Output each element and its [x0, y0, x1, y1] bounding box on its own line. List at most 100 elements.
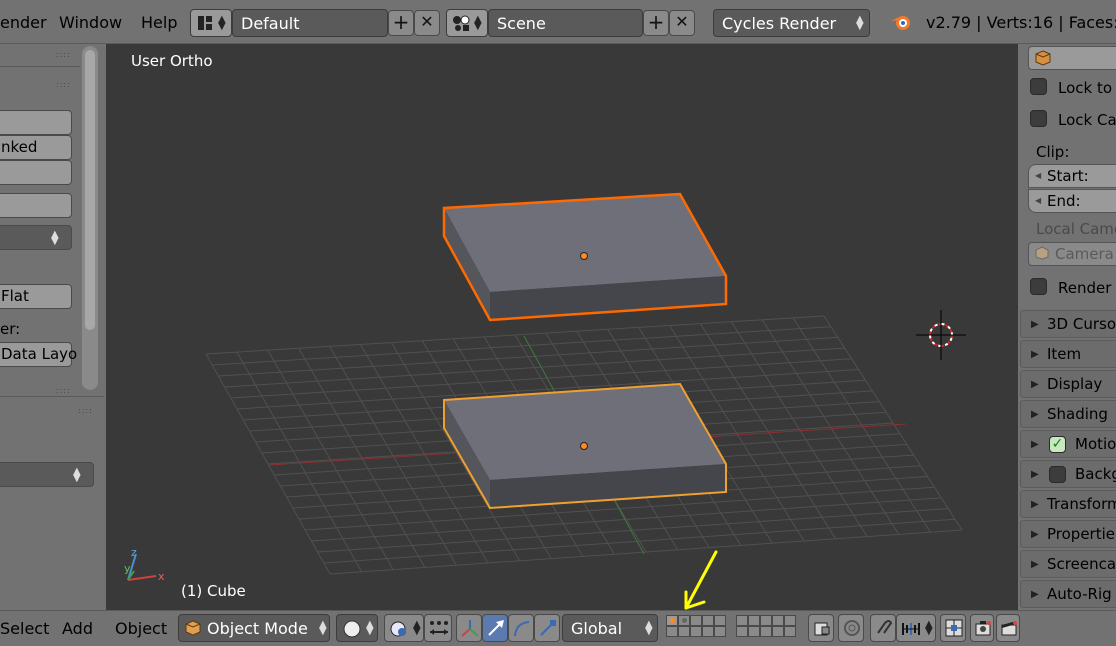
layer-button[interactable] [690, 626, 702, 637]
clip-start-field[interactable]: ◀ Start: [1028, 164, 1116, 188]
active-object-layer-icon [670, 618, 675, 623]
render-engine-dropdown[interactable]: Cycles Render ▲ ▼ [713, 9, 870, 37]
opengl-render-image-button[interactable] [970, 614, 994, 642]
shelf-dropdown[interactable]: ▲ ▼ [0, 225, 72, 250]
shelf-button-linked[interactable]: nked [0, 135, 72, 160]
panel-3d-cursor[interactable]: ▶ 3D Curso [1020, 310, 1116, 338]
grid-line [323, 518, 956, 564]
add-screen-button[interactable]: + [388, 10, 414, 36]
chevron-updown-icon: ▲ ▼ [73, 466, 81, 484]
snap-element-dropdown[interactable]: ▲ ▼ [896, 614, 936, 642]
panel-screencast[interactable]: ▶ Screenca [1020, 550, 1116, 578]
panel-grip-icon[interactable]: :::: [56, 50, 71, 59]
proportional-editing-button[interactable] [838, 614, 864, 642]
shelf-button-flat[interactable]: Flat [0, 284, 72, 309]
motion-tracking-checkbox[interactable]: ✓ [1049, 436, 1066, 453]
scene-selector[interactable]: ▲ ▼ [446, 9, 488, 37]
layer-button[interactable] [784, 626, 796, 637]
solid-shading-icon [343, 620, 361, 642]
layer-button[interactable] [666, 615, 678, 626]
panel-auto-rig[interactable]: ▶ Auto-Rig [1020, 580, 1116, 608]
panel-grip-icon[interactable]: :::: [78, 406, 93, 415]
scene-name[interactable]: Scene [488, 9, 643, 37]
panel-transform-orientations[interactable]: ▶ Transform [1020, 490, 1116, 518]
menu-add[interactable]: Add [62, 619, 93, 638]
snap-target-button[interactable] [940, 614, 966, 642]
shelf-scrollbar-thumb[interactable] [85, 50, 95, 330]
properties-region: Lock to O Lock Car Clip: ◀ Start: ◀ End:… [1018, 44, 1116, 610]
pivot-manipulate-button[interactable] [424, 614, 452, 642]
panel-background-images[interactable]: ▶ Backg [1020, 460, 1116, 488]
layer-buttons-group-1[interactable] [666, 615, 730, 639]
shelf-button[interactable] [0, 193, 72, 218]
layer-button[interactable] [772, 615, 784, 626]
viewport-shading-dropdown[interactable]: ▲ ▼ [336, 614, 378, 642]
panel-grip-icon[interactable]: :::: [56, 80, 71, 89]
snap-toggle-button[interactable] [870, 614, 896, 642]
3d-viewport[interactable]: z x y User Ortho (1) Cube [106, 44, 1018, 610]
transform-orientation-dropdown[interactable]: Global ▲ ▼ [562, 614, 658, 642]
viewport-canvas: z x y [124, 192, 966, 610]
cube-lower[interactable] [443, 382, 727, 510]
opengl-render-animation-button[interactable] [996, 614, 1020, 642]
interaction-mode-dropdown[interactable]: Object Mode ▲ ▼ [178, 614, 330, 642]
layer-button[interactable] [714, 615, 726, 626]
panel-grip-icon[interactable]: :::: [56, 386, 71, 395]
shelf-button-data-layout[interactable]: Data Layo [0, 342, 77, 367]
shelf-button[interactable] [0, 110, 72, 135]
layer-button[interactable] [772, 626, 784, 637]
lock-camera-layers-button[interactable] [808, 614, 834, 642]
menu-render[interactable]: ender [0, 13, 47, 32]
background-images-checkbox[interactable] [1049, 466, 1066, 483]
layer-button[interactable] [690, 615, 702, 626]
scale-manipulator-button[interactable] [534, 614, 560, 642]
delete-screen-button[interactable]: ✕ [414, 10, 440, 36]
layer-button[interactable] [702, 615, 714, 626]
layer-button[interactable] [748, 626, 760, 637]
shelf-button[interactable] [0, 160, 72, 185]
menu-select[interactable]: Select [0, 619, 49, 638]
panel-motion[interactable]: ▶ ✓ Motion [1020, 430, 1116, 458]
lock-camera-checkbox[interactable] [1030, 110, 1047, 127]
3d-cursor-icon[interactable] [916, 310, 966, 360]
grid-line [317, 508, 949, 553]
menu-window[interactable]: Window [59, 13, 122, 32]
layer-button[interactable] [678, 615, 690, 626]
layer-button[interactable] [760, 626, 772, 637]
panel-shading[interactable]: ▶ Shading [1020, 400, 1116, 428]
layer-button[interactable] [666, 626, 678, 637]
render-border-checkbox[interactable] [1030, 278, 1047, 295]
translate-manipulator-button[interactable] [482, 614, 508, 642]
layer-button[interactable] [736, 626, 748, 637]
layer-button[interactable] [760, 615, 772, 626]
layer-button[interactable] [784, 615, 796, 626]
menu-object[interactable]: Object [115, 619, 167, 638]
chevron-updown-icon: ▲ ▼ [218, 14, 226, 32]
cube-upper[interactable] [442, 192, 728, 322]
blender-logo-icon [890, 12, 914, 36]
panel-item[interactable]: ▶ Item [1020, 340, 1116, 368]
clip-end-field[interactable]: ◀ End: [1028, 189, 1116, 213]
layer-button[interactable] [678, 626, 690, 637]
object-selector[interactable] [1028, 46, 1116, 70]
layer-button[interactable] [748, 615, 760, 626]
screen-layout-selector[interactable]: ▲ ▼ [190, 9, 232, 37]
add-scene-button[interactable]: + [643, 10, 669, 36]
annotation-arrow-icon [684, 550, 718, 610]
shelf-dropdown[interactable]: ▲ ▼ [0, 462, 94, 487]
panel-display[interactable]: ▶ Display [1020, 370, 1116, 398]
layer-buttons-group-2[interactable] [736, 615, 800, 639]
chevron-updown-icon: ▲ ▼ [413, 619, 421, 637]
delete-scene-button[interactable]: ✕ [669, 10, 695, 36]
layer-button[interactable] [736, 615, 748, 626]
local-camera-field[interactable]: Camera [1028, 242, 1116, 266]
panel-properties[interactable]: ▶ Propertie [1020, 520, 1116, 548]
menu-help[interactable]: Help [141, 13, 177, 32]
layer-button[interactable] [702, 626, 714, 637]
manipulator-toggle-button[interactable] [456, 614, 482, 642]
pivot-point-dropdown[interactable]: ▲ ▼ [384, 614, 424, 642]
screen-layout-name[interactable]: Default [232, 9, 388, 37]
lock-to-object-checkbox[interactable] [1030, 78, 1047, 95]
rotate-manipulator-button[interactable] [508, 614, 534, 642]
layer-button[interactable] [714, 626, 726, 637]
